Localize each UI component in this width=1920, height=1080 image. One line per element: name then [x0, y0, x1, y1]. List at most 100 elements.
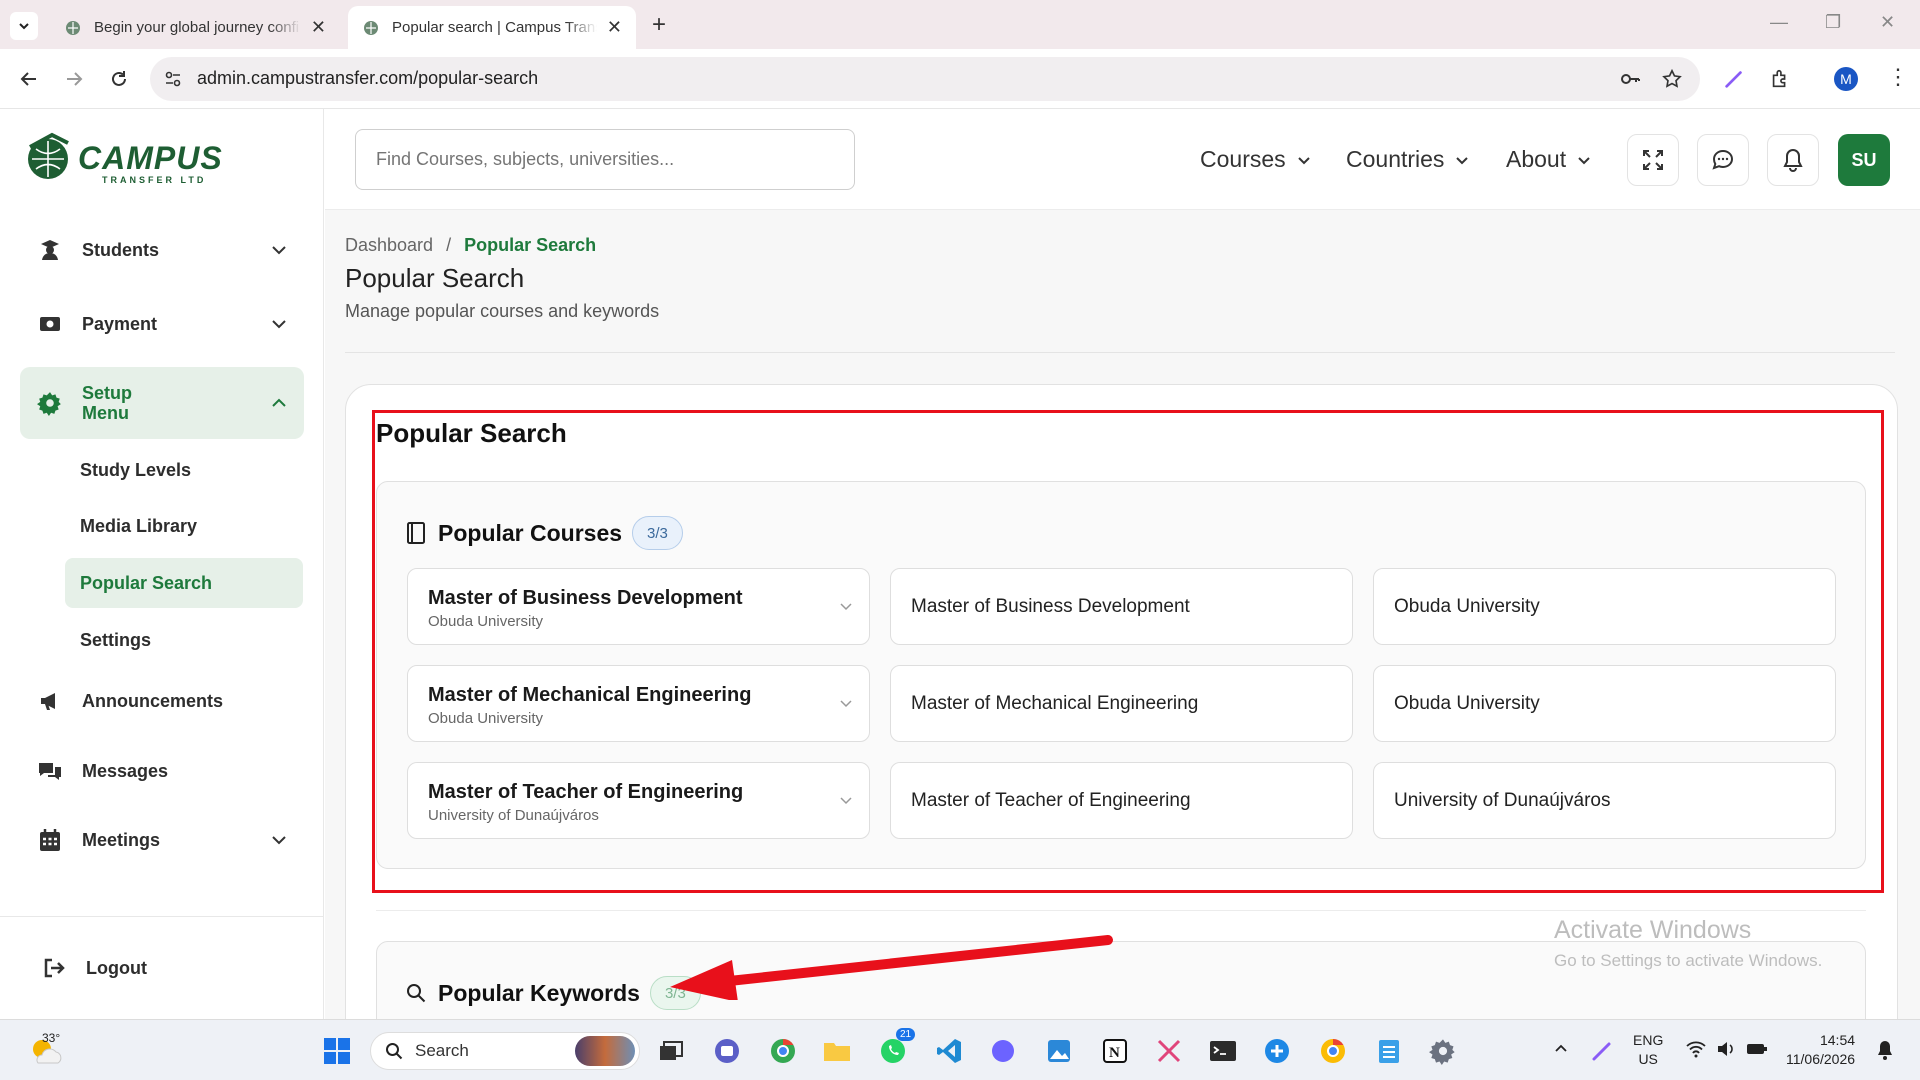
url-text[interactable]: admin.campustransfer.com/popular-search [197, 68, 538, 89]
nav-countries[interactable]: Countries [1346, 146, 1470, 173]
battery-icon[interactable] [1746, 1041, 1768, 1057]
calendar-icon [36, 826, 64, 854]
sidebar-subitem-popular-search[interactable]: Popular Search [65, 558, 303, 608]
language-indicator[interactable]: ENG US [1633, 1031, 1663, 1069]
forward-icon[interactable] [61, 66, 87, 92]
breadcrumb-root[interactable]: Dashboard [345, 235, 433, 255]
clock-time: 14:54 [1819, 1032, 1856, 1048]
chevron-down-icon [272, 320, 286, 329]
sidebar-item-label: Announcements [82, 690, 224, 711]
svg-text:CAMPUS: CAMPUS [78, 140, 223, 176]
page-subtitle: Manage popular courses and keywords [345, 301, 660, 321]
pen-tray-icon[interactable] [1585, 1034, 1619, 1068]
volume-icon[interactable] [1716, 1040, 1736, 1058]
fullscreen-icon [1643, 150, 1663, 170]
notification-count-badge: 21 [896, 1028, 916, 1041]
reload-icon[interactable] [106, 66, 132, 92]
sidebar-item-label: Payment [82, 313, 158, 334]
close-window-icon[interactable]: ✕ [1880, 12, 1895, 33]
chevron-down-icon [19, 23, 29, 30]
notification-bell-icon[interactable] [1876, 1040, 1894, 1060]
svg-text:TRANSFER LTD: TRANSFER LTD [102, 175, 206, 185]
whatsapp-icon[interactable]: 21 [876, 1028, 916, 1068]
browser-tab-active[interactable]: Popular search | Campus Transf ✕ [348, 6, 636, 49]
megaphone-icon [36, 687, 64, 715]
chrome-icon[interactable] [766, 1034, 800, 1068]
notifications-button[interactable] [1767, 134, 1819, 186]
password-key-icon[interactable] [1616, 65, 1644, 93]
windows-start-icon[interactable] [320, 1034, 354, 1068]
back-icon[interactable] [16, 66, 42, 92]
wifi-icon[interactable] [1686, 1040, 1706, 1058]
tab-title: Popular search | Campus Transf [392, 19, 597, 36]
browser-tab[interactable]: Begin your global journey confi ✕ [50, 6, 340, 49]
snipping-tool-icon[interactable] [1152, 1034, 1186, 1068]
highlight-box [372, 410, 1884, 893]
campus-favicon-icon [66, 20, 80, 35]
fullscreen-button[interactable] [1627, 134, 1679, 186]
app-icon[interactable] [1260, 1034, 1294, 1068]
sidebar-item-messages[interactable]: Messages [20, 741, 304, 801]
restore-icon[interactable]: ❐ [1825, 12, 1841, 33]
red-arrow-annotation [670, 935, 1113, 1000]
new-tab-button[interactable]: + [652, 12, 666, 38]
section-heading-text: Popular Keywords [438, 979, 640, 1006]
teams-chat-icon[interactable] [710, 1034, 744, 1068]
sidebar-subitem-study-levels[interactable]: Study Levels [65, 445, 303, 495]
bookmark-star-icon[interactable] [1658, 65, 1686, 93]
clock[interactable]: 14:54 11/06/2026 [1786, 1031, 1855, 1069]
sidebar-item-meetings[interactable]: Meetings [20, 810, 304, 870]
tab-title: Begin your global journey confi [94, 19, 300, 36]
chevron-down-icon [1297, 156, 1310, 164]
vscode-icon[interactable] [932, 1034, 966, 1068]
bell-icon [1783, 148, 1803, 172]
messages-button[interactable] [1697, 134, 1749, 186]
chevron-down-icon [272, 246, 286, 255]
app-icon[interactable] [986, 1034, 1020, 1068]
minimize-icon[interactable]: — [1770, 12, 1788, 33]
sidebar-item-students[interactable]: Students [20, 220, 304, 280]
task-view-icon[interactable] [654, 1034, 688, 1068]
campus-logo[interactable]: CAMPUS TRANSFER LTD [24, 127, 234, 187]
sidebar-item-label: Setup Menu [82, 383, 133, 423]
sidebar-item-label: Students [82, 239, 160, 260]
user-avatar[interactable]: SU [1838, 134, 1890, 186]
close-tab-icon[interactable]: ✕ [607, 17, 622, 38]
notion-icon[interactable]: N [1098, 1034, 1132, 1068]
sidebar-item-setup-menu[interactable]: Setup Menu [20, 367, 304, 439]
sidebar-item-announcements[interactable]: Announcements [20, 671, 304, 731]
chevron-down-icon [272, 836, 286, 845]
search-input[interactable] [355, 129, 855, 190]
breadcrumb-current: Popular Search [464, 235, 597, 255]
profile-avatar[interactable]: M [1834, 67, 1858, 91]
settings-gear-icon[interactable] [1426, 1034, 1460, 1068]
extensions-puzzle-icon[interactable] [1766, 65, 1794, 93]
weather-widget[interactable]: 33° [26, 1031, 66, 1071]
breadcrumb-separator: / [446, 235, 452, 255]
nav-courses[interactable]: Courses [1200, 146, 1312, 173]
keyboard-layout: US [1638, 1051, 1658, 1067]
tray-overflow-chevron-icon[interactable] [1553, 1040, 1569, 1056]
sidebar-subitem-settings[interactable]: Settings [65, 615, 303, 665]
browser-menu-icon[interactable]: ⋮ [1887, 64, 1909, 90]
sidebar-subitem-media-library[interactable]: Media Library [65, 501, 303, 551]
chrome-profile-icon[interactable] [1316, 1034, 1350, 1068]
weather-temp: 33° [42, 1031, 61, 1045]
terminal-icon[interactable] [1206, 1034, 1240, 1068]
file-explorer-icon[interactable] [820, 1034, 854, 1068]
chat-icon [1712, 149, 1734, 170]
photos-icon[interactable] [1042, 1034, 1076, 1068]
nav-label: About [1506, 146, 1567, 172]
notepad-icon[interactable] [1372, 1034, 1406, 1068]
sidebar-item-payment[interactable]: Payment [20, 294, 304, 354]
site-info-icon[interactable] [163, 69, 183, 89]
svg-text:N: N [1109, 1045, 1120, 1061]
tab-search-button[interactable] [10, 12, 38, 40]
student-graduate-icon [36, 236, 64, 264]
nav-about[interactable]: About [1506, 146, 1592, 173]
logout-button[interactable]: Logout [24, 938, 308, 998]
taskbar-search[interactable]: Search [370, 1032, 640, 1070]
pen-extension-icon[interactable] [1720, 65, 1748, 93]
close-tab-icon[interactable]: ✕ [311, 17, 326, 38]
nav-label: Courses [1200, 146, 1286, 172]
